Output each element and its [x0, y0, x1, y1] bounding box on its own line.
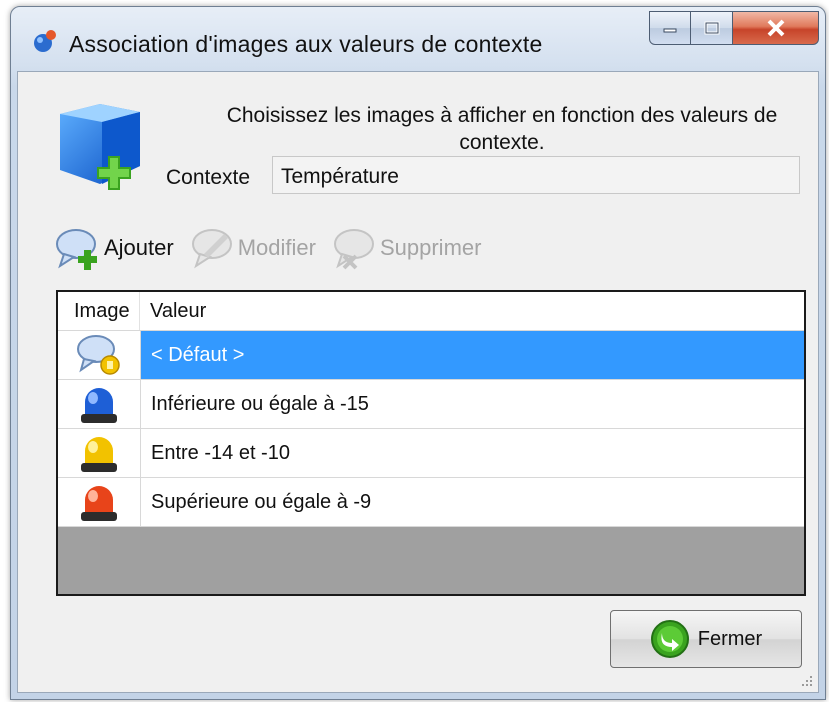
column-header-image[interactable]: Image [58, 292, 140, 330]
value-cell: Entre -14 et -10 [151, 441, 290, 464]
minimize-button[interactable] [649, 11, 691, 45]
toolbar: Ajouter Modifier Supprimer [54, 222, 495, 274]
close-window-button[interactable] [733, 11, 819, 45]
image-cell [58, 429, 141, 477]
grid-row[interactable]: Supérieure ou égale à -9 [58, 478, 804, 527]
context-field: Température [272, 156, 800, 194]
yellow-beacon-icon [81, 437, 117, 472]
window-title: Association d'images aux valeurs de cont… [69, 31, 543, 57]
minimize-icon [663, 28, 677, 33]
dialog-window: Association d'images aux valeurs de cont… [10, 6, 826, 700]
image-cell [58, 331, 141, 379]
grid-row[interactable]: Entre -14 et -10 [58, 429, 804, 478]
edit-button[interactable]: Modifier [188, 224, 316, 272]
column-header-value[interactable]: Valeur [140, 292, 206, 330]
image-value-grid[interactable]: Image Valeur < Défaut > Inférieure ou ég… [56, 290, 806, 596]
close-button[interactable]: Fermer [610, 610, 802, 668]
delete-bubble-icon [333, 229, 374, 270]
value-cell: Inférieure ou égale à -15 [151, 392, 369, 415]
maximize-button[interactable] [691, 11, 733, 45]
resize-grip-icon[interactable] [800, 674, 814, 688]
edit-label: Modifier [237, 235, 316, 260]
close-icon [767, 19, 784, 37]
add-label: Ajouter [104, 235, 174, 260]
dialog-body: Choisissez les images à afficher en fonc… [17, 71, 819, 693]
value-cell: < Défaut > [141, 331, 804, 379]
grid-row[interactable]: < Défaut > [58, 331, 804, 380]
maximize-icon [704, 21, 719, 35]
value-cell: Supérieure ou égale à -9 [151, 490, 372, 513]
add-bubble-icon [56, 229, 97, 270]
grid-row[interactable]: Inférieure ou égale à -15 [58, 380, 804, 429]
close-label: Fermer [697, 627, 763, 650]
add-button[interactable]: Ajouter [54, 224, 174, 272]
caption-buttons [649, 11, 819, 49]
red-beacon-icon [81, 486, 117, 521]
title-bar[interactable]: Association d'images aux valeurs de cont… [11, 7, 825, 71]
cube-add-icon [60, 104, 140, 190]
context-label: Contexte [166, 166, 251, 189]
grid-header: Image Valeur [58, 292, 804, 331]
delete-button[interactable]: Supprimer [330, 224, 481, 272]
image-cell [58, 380, 141, 428]
app-icon [34, 30, 56, 52]
edit-bubble-icon [191, 229, 232, 269]
instruction-text: Choisissez les images à afficher en fonc… [226, 104, 778, 154]
blue-beacon-icon [81, 388, 117, 423]
image-cell [58, 478, 141, 526]
green-arrow-icon [650, 620, 689, 658]
delete-label: Supprimer [379, 235, 482, 260]
speech-bubble-key-icon [77, 335, 120, 375]
